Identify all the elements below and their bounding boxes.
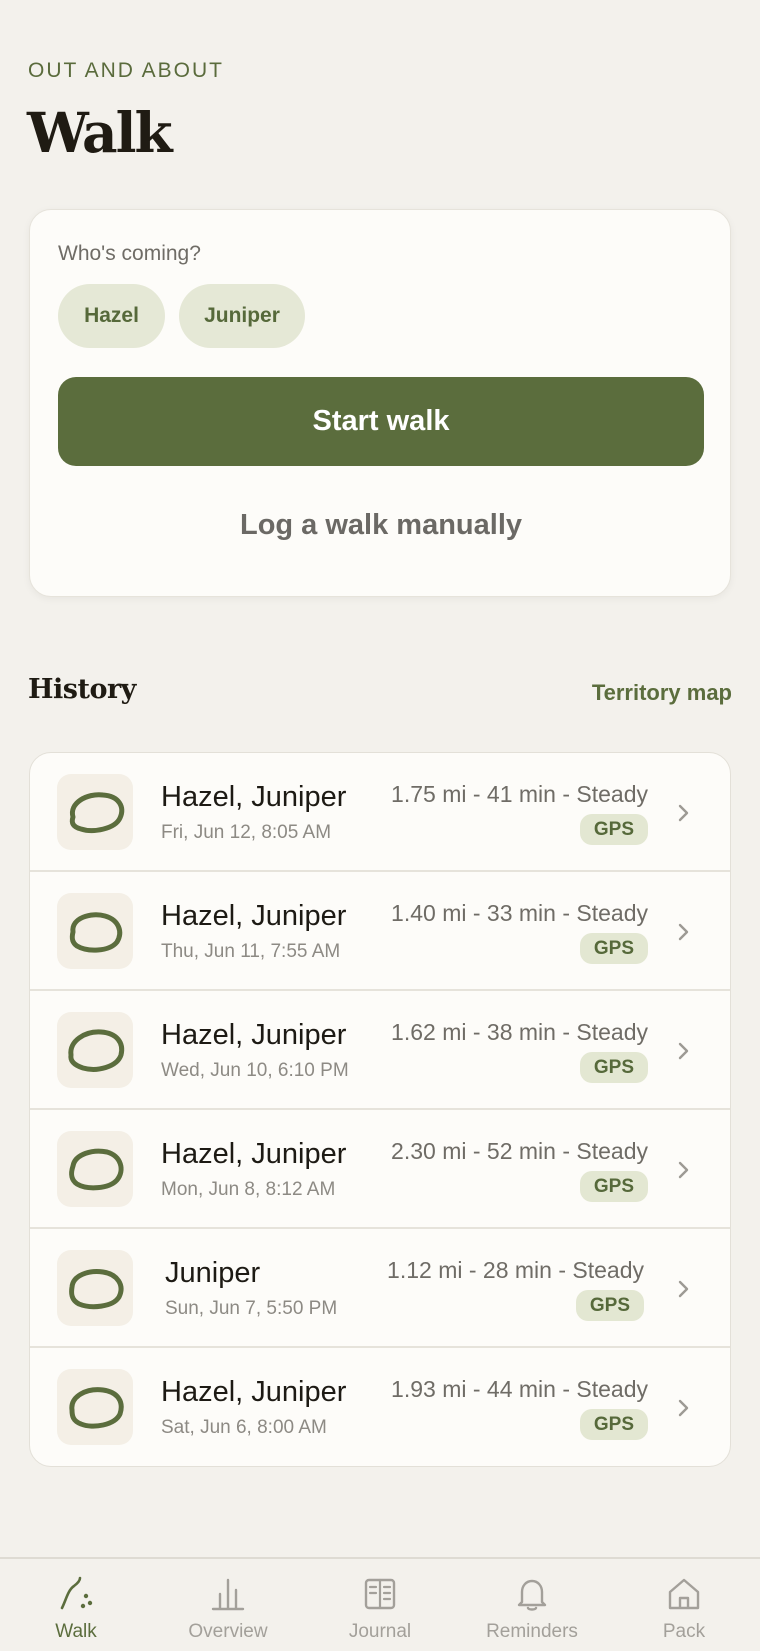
tab-journal[interactable]: Journal xyxy=(304,1559,456,1651)
route-loop-icon xyxy=(68,1029,125,1072)
route-thumbnail xyxy=(57,1131,133,1207)
companion-chip-hazel[interactable]: Hazel xyxy=(58,284,165,348)
chevron-right-icon xyxy=(674,798,694,828)
walk-names: Hazel, Juniper xyxy=(161,1019,347,1051)
start-walk-card: Who's coming? Hazel Juniper Start walk L… xyxy=(29,209,731,597)
territory-map-link[interactable]: Territory map xyxy=(592,680,732,706)
history-title: History xyxy=(28,674,136,705)
gps-badge: GPS xyxy=(579,1052,648,1083)
chevron-right-icon xyxy=(674,1155,694,1185)
gps-badge: GPS xyxy=(579,933,648,964)
house-icon xyxy=(666,1575,702,1613)
route-loop-icon xyxy=(69,912,123,953)
walk-names: Hazel, Juniper xyxy=(161,781,347,813)
walk-stats: 1.12 mi - 28 min - Steady xyxy=(387,1257,644,1283)
walk-datetime: Mon, Jun 8, 8:12 AM xyxy=(161,1179,336,1200)
tab-pack[interactable]: Pack xyxy=(608,1559,760,1651)
route-loop-icon xyxy=(69,1148,124,1191)
tab-label: Walk xyxy=(55,1621,97,1642)
route-thumbnail xyxy=(57,1250,133,1326)
walk-stats: 1.40 mi - 33 min - Steady xyxy=(391,900,648,926)
tab-label: Journal xyxy=(348,1621,412,1642)
walk-stats: 2.30 mi - 52 min - Steady xyxy=(391,1138,648,1164)
route-thumbnail xyxy=(57,774,133,850)
walk-names: Hazel, Juniper xyxy=(161,1376,347,1408)
gps-badge: GPS xyxy=(579,1171,648,1202)
walk-history-row[interactable]: Hazel, Juniper Fri, Jun 12, 8:05 AM 1.75… xyxy=(30,753,730,872)
walk-datetime: Sun, Jun 7, 5:50 PM xyxy=(165,1298,338,1319)
companion-chips: Hazel Juniper xyxy=(58,284,305,348)
chevron-right-icon xyxy=(674,917,694,947)
tab-label: Pack xyxy=(662,1621,706,1642)
route-thumbnail xyxy=(57,893,133,969)
walk-history-list: Hazel, Juniper Fri, Jun 12, 8:05 AM 1.75… xyxy=(29,752,731,1467)
chevron-right-icon xyxy=(674,1393,694,1423)
walk-datetime: Wed, Jun 10, 6:10 PM xyxy=(161,1060,349,1081)
walk-history-row[interactable]: Hazel, Juniper Wed, Jun 10, 6:10 PM 1.62… xyxy=(30,991,730,1110)
tab-overview[interactable]: Overview xyxy=(152,1559,304,1651)
who-coming-label: Who's coming? xyxy=(58,242,201,265)
walk-history-row[interactable]: Hazel, Juniper Sat, Jun 6, 8:00 AM 1.93 … xyxy=(30,1348,730,1466)
log-walk-manually-button[interactable]: Log a walk manually xyxy=(58,500,704,550)
walk-datetime: Sat, Jun 6, 8:00 AM xyxy=(161,1417,327,1438)
bottom-tab-bar: Walk Overview Journal Reminders Pack xyxy=(0,1557,760,1651)
tab-label: Overview xyxy=(188,1621,268,1642)
book-icon xyxy=(362,1575,398,1613)
walk-datetime: Thu, Jun 11, 7:55 AM xyxy=(161,941,341,962)
tab-label: Reminders xyxy=(486,1621,578,1642)
route-loop-icon xyxy=(69,1387,124,1429)
section-eyebrow: OUT AND ABOUT xyxy=(28,59,224,82)
bell-icon xyxy=(514,1575,550,1613)
chevron-right-icon xyxy=(674,1036,694,1066)
walk-screen: OUT AND ABOUT Walk Who's coming? Hazel J… xyxy=(0,0,760,1651)
route-thumbnail xyxy=(57,1012,133,1088)
companion-chip-juniper[interactable]: Juniper xyxy=(179,284,305,348)
walk-stats: 1.93 mi - 44 min - Steady xyxy=(391,1376,648,1402)
walk-datetime: Fri, Jun 12, 8:05 AM xyxy=(161,822,332,843)
chevron-right-icon xyxy=(674,1274,694,1304)
gps-badge: GPS xyxy=(579,1409,648,1440)
walk-names: Juniper xyxy=(165,1257,261,1289)
walk-names: Hazel, Juniper xyxy=(161,1138,347,1170)
walk-stats: 1.62 mi - 38 min - Steady xyxy=(391,1019,648,1045)
page-title: Walk xyxy=(27,100,173,165)
tab-reminders[interactable]: Reminders xyxy=(456,1559,608,1651)
walk-history-row[interactable]: Hazel, Juniper Mon, Jun 8, 8:12 AM 2.30 … xyxy=(30,1110,730,1229)
route-loop-icon xyxy=(69,1269,124,1310)
tab-walk[interactable]: Walk xyxy=(0,1559,152,1651)
walk-history-row[interactable]: Juniper Sun, Jun 7, 5:50 PM 1.12 mi - 28… xyxy=(30,1229,730,1348)
walk-history-row[interactable]: Hazel, Juniper Thu, Jun 11, 7:55 AM 1.40… xyxy=(30,872,730,991)
bar-chart-icon xyxy=(210,1575,246,1613)
gps-badge: GPS xyxy=(575,1290,644,1321)
route-thumbnail xyxy=(57,1369,133,1445)
start-walk-button[interactable]: Start walk xyxy=(58,377,704,466)
walk-path-icon xyxy=(56,1575,96,1613)
walk-stats: 1.75 mi - 41 min - Steady xyxy=(391,781,648,807)
gps-badge: GPS xyxy=(579,814,648,845)
walk-names: Hazel, Juniper xyxy=(161,900,347,932)
route-loop-icon xyxy=(69,792,125,834)
